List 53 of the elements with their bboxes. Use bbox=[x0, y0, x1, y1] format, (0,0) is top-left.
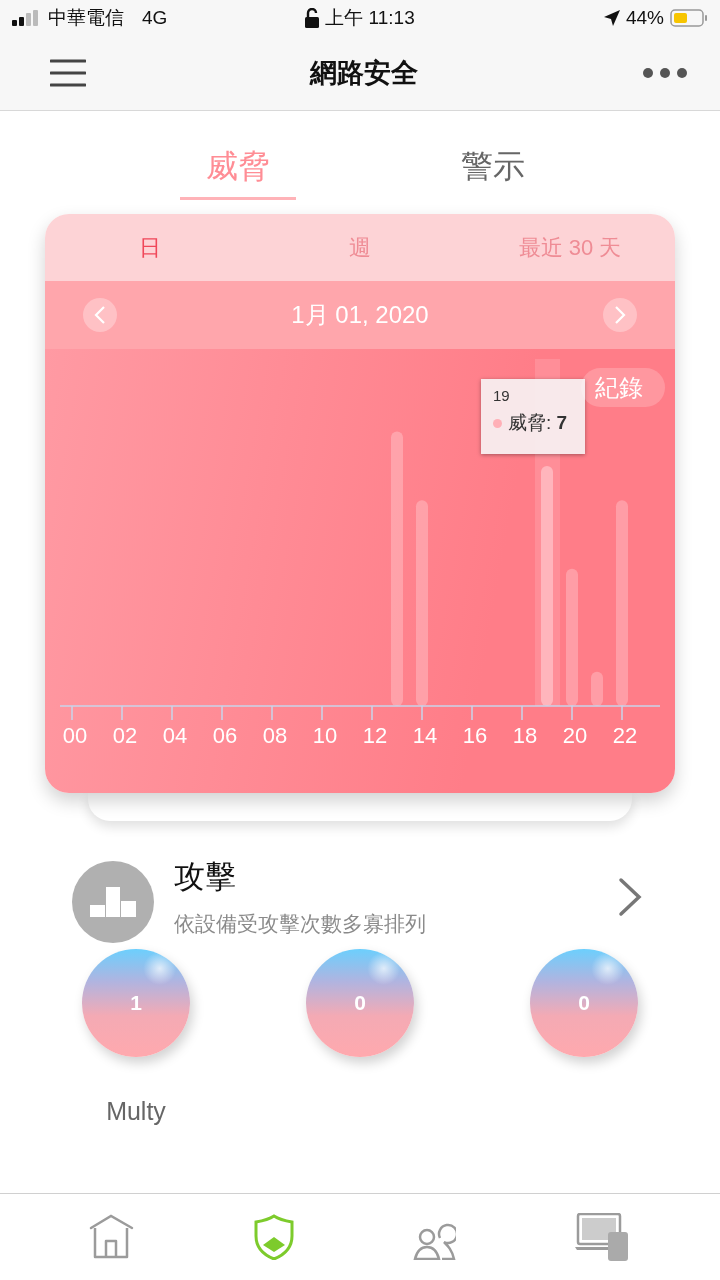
axis-label: 10 bbox=[312, 723, 338, 748]
menu-icon bbox=[50, 59, 86, 87]
axis-label: 12 bbox=[362, 723, 388, 748]
section-title: 攻擊 bbox=[174, 858, 237, 896]
tab-bar-item[interactable] bbox=[253, 1214, 294, 1260]
period-tab[interactable]: 日 bbox=[45, 214, 255, 281]
location-arrow-icon bbox=[604, 10, 620, 26]
device-count-bubble[interactable]: 0 bbox=[306, 949, 414, 1057]
chevron-left-icon bbox=[94, 305, 106, 325]
period-tab[interactable]: 最近 30 天 bbox=[465, 214, 675, 281]
device-count-bubble[interactable]: 0 bbox=[530, 949, 638, 1057]
network-type: 4G bbox=[142, 7, 168, 29]
series-dot bbox=[493, 418, 502, 428]
chevron-right-icon bbox=[614, 305, 626, 325]
axis-label: 22 bbox=[612, 723, 638, 748]
home-icon bbox=[89, 1214, 136, 1260]
chart-bar bbox=[591, 671, 603, 706]
tab-bar-item[interactable] bbox=[574, 1213, 631, 1261]
clock-time: 上午 11:13 bbox=[325, 6, 415, 30]
axis-label: 00 bbox=[62, 723, 88, 748]
menu-button[interactable] bbox=[50, 59, 86, 87]
axis-label: 04 bbox=[162, 723, 188, 748]
next-day-button[interactable] bbox=[603, 298, 637, 332]
tab[interactable]: 警示 bbox=[434, 141, 551, 200]
axis-label: 20 bbox=[562, 723, 588, 748]
battery-icon bbox=[670, 9, 708, 27]
battery-percent: 44% bbox=[626, 7, 664, 29]
tab-bar-item[interactable] bbox=[89, 1214, 136, 1260]
shield-icon bbox=[253, 1214, 294, 1260]
date-label: 1月 01, 2020 bbox=[291, 300, 429, 330]
lock-icon bbox=[305, 8, 320, 28]
previous-day-button[interactable] bbox=[83, 298, 117, 332]
axis-label: 18 bbox=[512, 723, 538, 748]
tooltip-value: 威脅: 7 bbox=[508, 411, 568, 435]
chevron-right-icon[interactable] bbox=[618, 877, 642, 917]
axis-label: 02 bbox=[112, 723, 138, 748]
axis-label: 14 bbox=[412, 723, 438, 748]
signal-icon bbox=[12, 10, 40, 26]
more-icon bbox=[642, 67, 688, 79]
period-tab[interactable]: 週 bbox=[255, 214, 465, 281]
tab[interactable]: 威脅 bbox=[179, 141, 296, 200]
carrier-name: 中華電信 bbox=[48, 6, 124, 30]
axis-label: 06 bbox=[212, 723, 238, 748]
log-button[interactable]: 紀錄 bbox=[581, 368, 665, 407]
axis-label: 16 bbox=[462, 723, 488, 748]
tooltip-title: 19 bbox=[493, 387, 511, 404]
device-count-bubble[interactable]: 1 bbox=[82, 949, 190, 1057]
laptop-phone-icon bbox=[574, 1213, 631, 1261]
device-name: Multy bbox=[106, 1097, 166, 1126]
more-button[interactable] bbox=[642, 67, 688, 79]
page-title: 網路安全 bbox=[308, 57, 419, 90]
axis-label: 08 bbox=[262, 723, 288, 748]
section-subtitle: 依設備受攻擊次數多寡排列 bbox=[174, 911, 427, 937]
